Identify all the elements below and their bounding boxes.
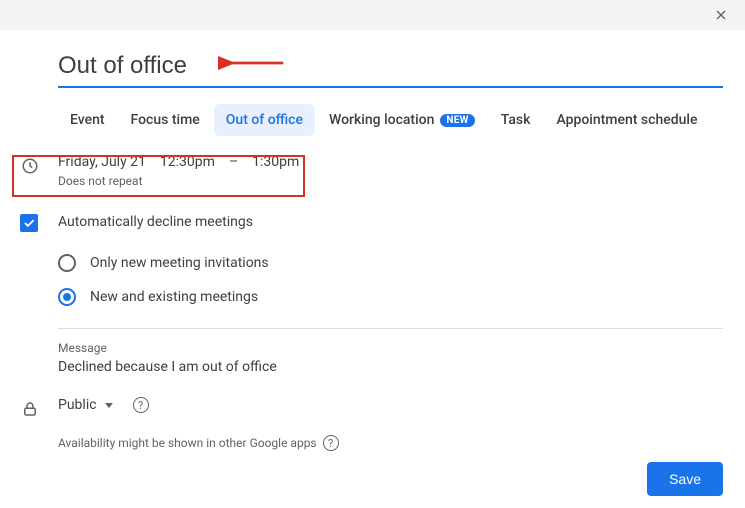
visibility-value: Public bbox=[58, 397, 97, 413]
check-icon bbox=[22, 216, 36, 230]
date-text[interactable]: Friday, July 21 bbox=[58, 154, 146, 170]
tab-focus-time[interactable]: Focus time bbox=[119, 104, 212, 136]
radio-label: Only new meeting invitations bbox=[90, 255, 269, 271]
visibility-dropdown[interactable]: Public bbox=[58, 397, 113, 413]
tab-label: Out of office bbox=[226, 112, 303, 128]
time-separator: – bbox=[229, 154, 238, 170]
tab-label: Working location bbox=[329, 112, 434, 128]
help-icon[interactable]: ? bbox=[133, 397, 149, 413]
close-icon bbox=[713, 7, 729, 23]
tab-task[interactable]: Task bbox=[489, 104, 543, 136]
event-type-tabs: Event Focus time Out of office Working l… bbox=[58, 104, 723, 136]
radio-label: New and existing meetings bbox=[90, 289, 258, 305]
availability-note: Availability might be shown in other Goo… bbox=[58, 435, 723, 451]
title-row bbox=[58, 48, 723, 88]
tab-appointment-schedule[interactable]: Appointment schedule bbox=[544, 104, 709, 136]
event-title-input[interactable] bbox=[58, 48, 723, 88]
lock-icon bbox=[20, 399, 40, 419]
availability-note-text: Availability might be shown in other Goo… bbox=[58, 436, 317, 450]
tab-label: Focus time bbox=[131, 112, 200, 128]
radio-only-new[interactable]: Only new meeting invitations bbox=[58, 246, 723, 280]
tab-working-location[interactable]: Working location NEW bbox=[317, 104, 487, 136]
auto-decline-label: Automatically decline meetings bbox=[58, 214, 723, 230]
tab-label: Event bbox=[70, 112, 105, 128]
auto-decline-checkbox[interactable] bbox=[20, 214, 38, 232]
message-field[interactable]: Declined because I am out of office bbox=[58, 359, 723, 375]
radio-icon bbox=[58, 254, 76, 272]
radio-icon bbox=[58, 288, 76, 306]
clock-icon bbox=[20, 156, 40, 176]
save-button[interactable]: Save bbox=[647, 462, 723, 496]
end-time[interactable]: 1:30pm bbox=[252, 154, 299, 170]
divider bbox=[58, 328, 723, 329]
radio-new-and-existing[interactable]: New and existing meetings bbox=[58, 280, 723, 314]
tab-event[interactable]: Event bbox=[58, 104, 117, 136]
new-badge: NEW bbox=[440, 114, 474, 127]
dialog-header-bar bbox=[0, 0, 745, 30]
message-field-label: Message bbox=[58, 341, 723, 355]
visibility-row: Public ? bbox=[58, 397, 723, 413]
repeat-text[interactable]: Does not repeat bbox=[58, 174, 723, 188]
help-icon[interactable]: ? bbox=[323, 435, 339, 451]
start-time[interactable]: 12:30pm bbox=[160, 154, 215, 170]
tab-label: Task bbox=[501, 112, 531, 128]
close-button[interactable] bbox=[711, 5, 731, 25]
chevron-down-icon bbox=[105, 403, 113, 408]
tab-out-of-office[interactable]: Out of office bbox=[214, 104, 315, 136]
decline-option-group: Only new meeting invitations New and exi… bbox=[58, 246, 723, 314]
tab-label: Appointment schedule bbox=[556, 112, 697, 128]
auto-decline-row: Automatically decline meetings Only new … bbox=[58, 214, 723, 375]
datetime-row[interactable]: Friday, July 21 12:30pm – 1:30pm Does no… bbox=[58, 154, 723, 188]
